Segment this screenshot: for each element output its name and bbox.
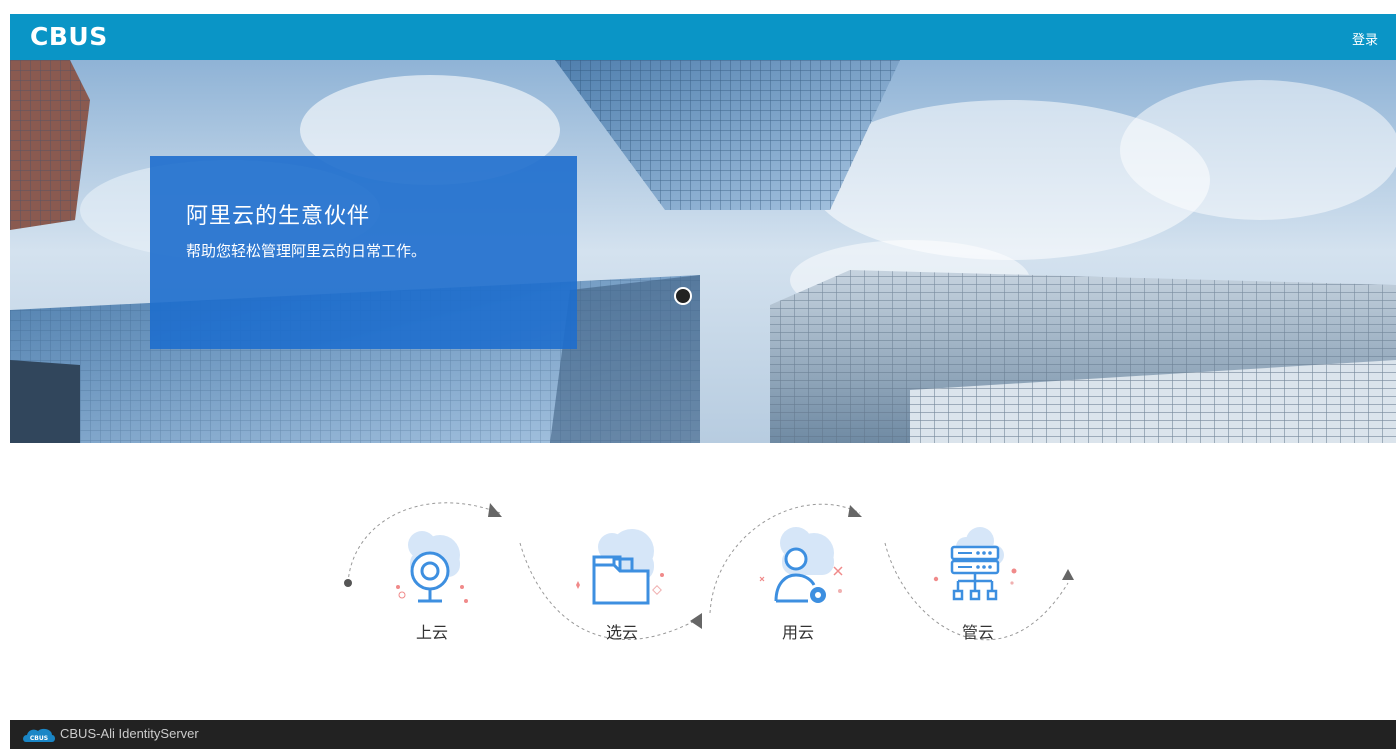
server-icon[interactable] [928,521,1028,611]
step-label-xuanyun[interactable]: 选云 [582,619,662,643]
folder-icon[interactable] [570,523,670,613]
user-settings-icon[interactable] [752,519,852,611]
promo-box: 阿里云的生意伙伴 帮助您轻松管理阿里云的日常工作。 [150,156,577,349]
footer-logo-badge: CBUS [23,728,55,742]
step-label-shangyun[interactable]: 上云 [392,619,472,643]
promo-title: 阿里云的生意伙伴 [186,204,371,229]
top-navbar: CBUS 登录 [10,14,1396,60]
step-label-guanyun[interactable]: 管云 [938,619,1018,643]
footer-badge-text: CBUS [30,735,48,742]
webcam-icon[interactable] [388,521,478,611]
hero-banner: 阿里云的生意伙伴 帮助您轻松管理阿里云的日常工作。 [10,60,1396,443]
step-label-yongyun[interactable]: 用云 [758,619,838,643]
promo-subtitle: 帮助您轻松管理阿里云的日常工作。 [186,242,427,260]
steps-path-decoration [344,502,1074,641]
footer-text: CBUS-Ali IdentityServer [60,726,199,741]
footer: CBUS CBUS-Ali IdentityServer [10,720,1396,749]
logo[interactable]: CBUS [30,22,108,51]
steps-section: 上云 选云 用云 管云 [0,443,1396,720]
login-link[interactable]: 登录 [1352,29,1378,48]
